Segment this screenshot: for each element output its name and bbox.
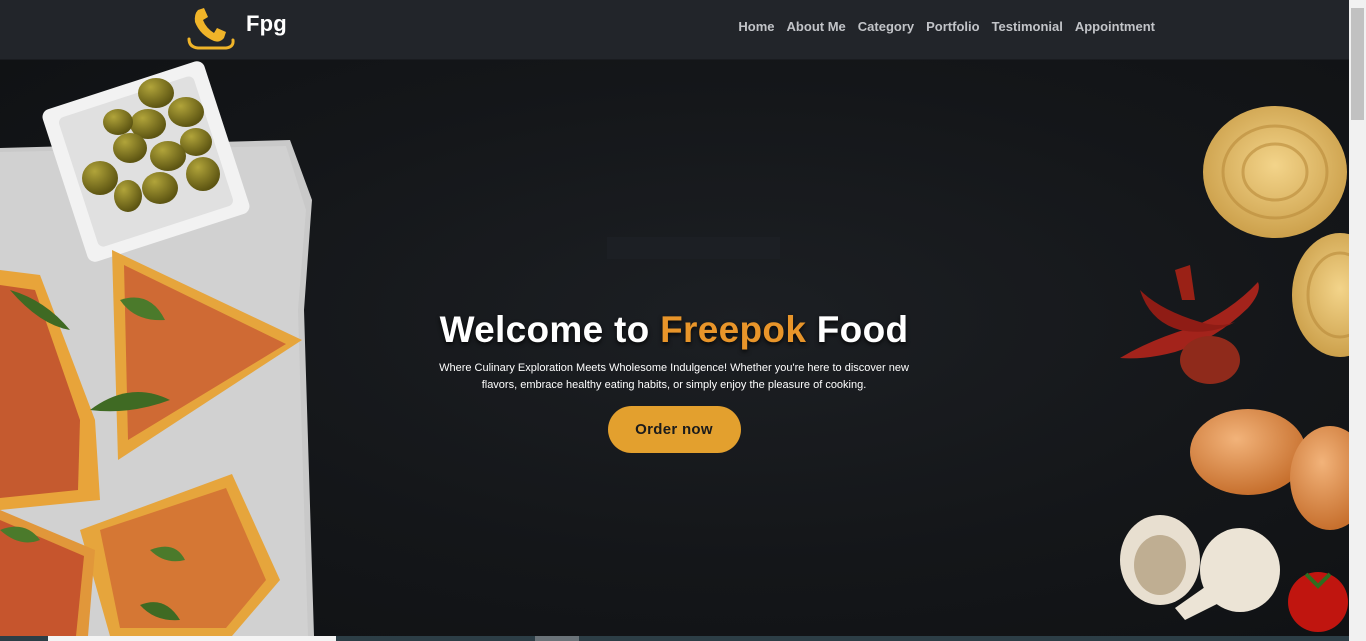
next-section-image (535, 636, 579, 641)
next-section-preview (0, 636, 1349, 641)
nav-menu: Home About Me Category Portfolio Testimo… (726, 18, 1155, 36)
hero-section: Welcome to Freepok Food Where Culinary E… (0, 60, 1349, 636)
page-scrollbar[interactable] (1349, 0, 1366, 641)
nav-item-appointment[interactable]: Appointment (1075, 18, 1155, 36)
nav-item-home[interactable]: Home (738, 18, 774, 36)
hero-title-part2: Food (806, 309, 909, 350)
phone-icon (187, 8, 235, 50)
scrollbar-thumb[interactable] (1351, 8, 1364, 120)
nav-item-testimonial[interactable]: Testimonial (992, 18, 1063, 36)
navbar: Fpg Home About Me Category Portfolio Tes… (0, 0, 1349, 60)
hero-title: Welcome to Freepok Food (414, 308, 934, 352)
nav-item-category[interactable]: Category (858, 18, 914, 36)
hero-title-part1: Welcome to (439, 309, 661, 350)
nav-item-about-me[interactable]: About Me (787, 18, 846, 36)
faded-tag (607, 237, 780, 259)
brand-logo[interactable]: Fpg (186, 4, 287, 52)
hero-title-accent: Freepok (660, 309, 807, 350)
brand-name: Fpg (246, 11, 287, 36)
hero-content: Welcome to Freepok Food Where Culinary E… (414, 308, 934, 453)
next-section-card (48, 636, 336, 641)
order-now-button[interactable]: Order now (607, 406, 741, 453)
nav-item-portfolio[interactable]: Portfolio (926, 18, 979, 36)
hero-description: Where Culinary Exploration Meets Wholeso… (439, 362, 909, 391)
